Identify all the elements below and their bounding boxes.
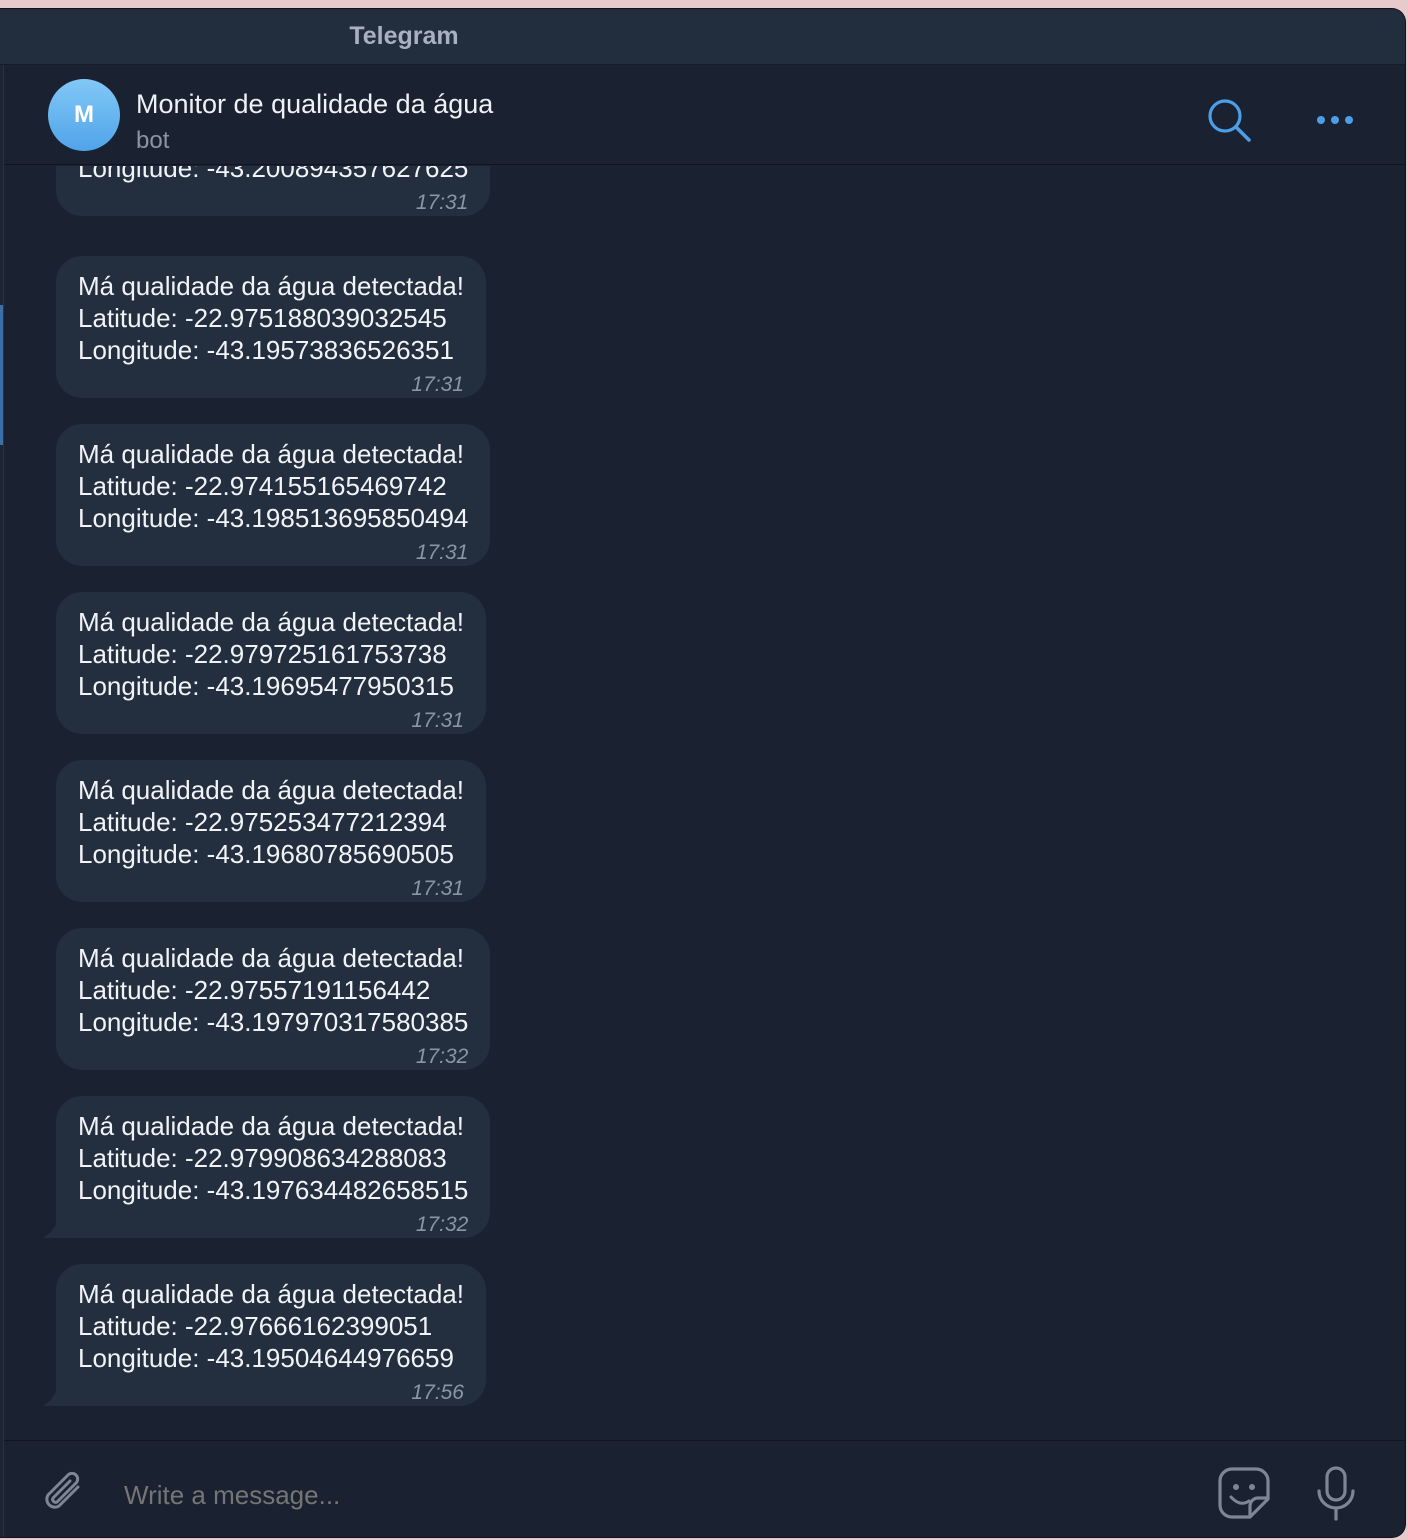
message-list[interactable]: Longitude: -43.200894357627625 17:31 Má … bbox=[4, 166, 1405, 1440]
paperclip-icon bbox=[45, 1471, 80, 1509]
message-bubble[interactable]: Má qualidade da água detectada! Latitude… bbox=[56, 424, 491, 566]
avatar[interactable]: M bbox=[48, 79, 120, 151]
message-latitude: Latitude: -22.979908634288083 bbox=[78, 1143, 447, 1173]
message-latitude: Latitude: -22.97666162399051 bbox=[78, 1311, 433, 1341]
message-bubble[interactable]: Má qualidade da água detectada! Latitude… bbox=[56, 760, 486, 902]
message-time: 17:32 bbox=[415, 1045, 469, 1068]
voice-message-button[interactable] bbox=[1314, 1465, 1358, 1523]
message-text: Má qualidade da água detectada! bbox=[78, 271, 464, 301]
message-input[interactable] bbox=[124, 1475, 1184, 1515]
message-longitude: Longitude: -43.19573836526351 bbox=[78, 335, 454, 365]
message-text: Longitude: -43.200894357627625 bbox=[78, 166, 469, 183]
message-text: Má qualidade da água detectada! bbox=[78, 943, 464, 973]
attach-button[interactable] bbox=[40, 1467, 90, 1519]
chat-title[interactable]: Monitor de qualidade da água bbox=[136, 89, 493, 120]
message-longitude: Longitude: -43.198513695850494 bbox=[78, 503, 469, 533]
chat-header[interactable]: M Monitor de qualidade da água bot bbox=[4, 65, 1405, 165]
message-bubble[interactable]: Má qualidade da água detectada! Latitude… bbox=[42, 1264, 486, 1406]
message-text: Má qualidade da água detectada! bbox=[78, 1111, 464, 1141]
message-time: 17:31 bbox=[411, 709, 464, 732]
sticker-icon bbox=[1218, 1467, 1270, 1519]
title-bar: Telegram bbox=[0, 9, 1405, 65]
message-longitude: Longitude: -43.19680785690505 bbox=[78, 839, 454, 869]
message-bubble[interactable]: Má qualidade da água detectada! Latitude… bbox=[56, 592, 486, 734]
message-longitude: Longitude: -43.197634482658515 bbox=[78, 1175, 469, 1205]
message-latitude: Latitude: -22.975188039032545 bbox=[78, 303, 447, 333]
message-text: Má qualidade da água detectada! bbox=[78, 775, 464, 805]
message-latitude: Latitude: -22.979725161753738 bbox=[78, 639, 447, 669]
message-time: 17:31 bbox=[411, 373, 464, 396]
sticker-button[interactable] bbox=[1216, 1465, 1272, 1521]
message-longitude: Longitude: -43.197970317580385 bbox=[78, 1007, 469, 1037]
window-title: Telegram bbox=[349, 22, 459, 50]
message-bubble[interactable]: Má qualidade da água detectada! Latitude… bbox=[56, 256, 486, 398]
telegram-window: Telegram M Monitor de qualidade da água … bbox=[0, 8, 1406, 1538]
message-time: 17:56 bbox=[411, 1381, 464, 1404]
message-longitude: Longitude: -43.19504644976659 bbox=[78, 1343, 454, 1373]
more-icon bbox=[1317, 116, 1353, 124]
bubble-tail bbox=[42, 1388, 58, 1406]
message-text: Má qualidade da água detectada! bbox=[78, 607, 464, 637]
message-bubble[interactable]: Má qualidade da água detectada! Latitude… bbox=[42, 1096, 491, 1238]
message-longitude: Longitude: -43.19695477950315 bbox=[78, 671, 454, 701]
message-latitude: Latitude: -22.975253477212394 bbox=[78, 807, 447, 837]
microphone-icon bbox=[1317, 1466, 1355, 1521]
message-bubble[interactable]: Longitude: -43.200894357627625 17:31 bbox=[56, 166, 491, 216]
more-options-button[interactable] bbox=[1310, 105, 1360, 135]
message-time: 17:31 bbox=[415, 191, 469, 214]
message-time: 17:31 bbox=[411, 877, 464, 900]
bubble-tail bbox=[42, 1220, 58, 1238]
message-time: 17:32 bbox=[415, 1213, 469, 1236]
message-bubble[interactable]: Má qualidade da água detectada! Latitude… bbox=[56, 928, 491, 1070]
search-button[interactable] bbox=[1204, 95, 1254, 145]
message-composer bbox=[4, 1440, 1405, 1537]
chat-status: bot bbox=[136, 127, 170, 154]
active-chat-indicator bbox=[0, 305, 3, 445]
message-latitude: Latitude: -22.974155165469742 bbox=[78, 471, 447, 501]
search-icon bbox=[1208, 99, 1251, 142]
message-time: 17:31 bbox=[415, 541, 469, 564]
message-text: Má qualidade da água detectada! bbox=[78, 1279, 464, 1309]
message-text: Má qualidade da água detectada! bbox=[78, 439, 464, 469]
message-latitude: Latitude: -22.97557191156442 bbox=[78, 975, 431, 1005]
